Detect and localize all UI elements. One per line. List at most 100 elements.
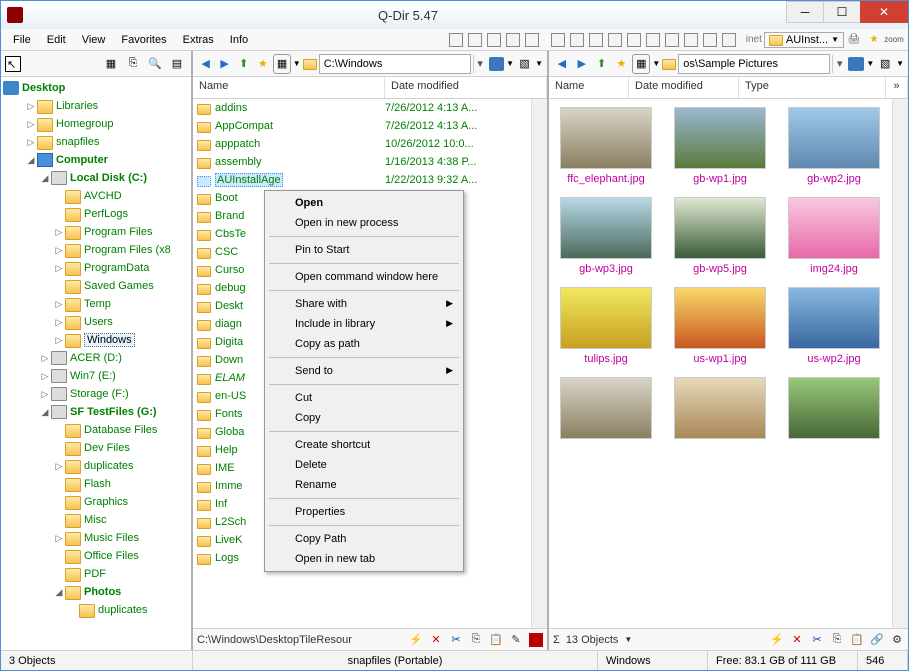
tree-node[interactable]: ▷Windows — [3, 331, 189, 349]
context-menu-item[interactable]: Copy as path — [267, 334, 461, 354]
back-button[interactable]: ◀ — [197, 54, 214, 74]
thumbnail[interactable]: us-wp2.jpg — [785, 287, 883, 365]
layout-icon[interactable] — [449, 33, 463, 47]
tree-node[interactable]: PerfLogs — [3, 205, 189, 223]
tree-tool-icon[interactable]: 🔍 — [145, 54, 165, 74]
paste-icon[interactable]: 📋 — [489, 633, 503, 647]
tree-node[interactable]: ◢SF TestFiles (G:) — [3, 403, 189, 421]
tree-node[interactable]: ▷Music Files — [3, 529, 189, 547]
col-name[interactable]: Name — [549, 77, 629, 98]
thumbnail-grid[interactable]: ffc_elephant.jpggb-wp1.jpggb-wp2.jpggb-w… — [549, 99, 892, 628]
context-menu-item[interactable]: Copy — [267, 408, 461, 428]
thumbnail[interactable] — [785, 377, 883, 443]
context-menu-item[interactable]: Pin to Start — [267, 240, 461, 260]
menu-favorites[interactable]: Favorites — [113, 32, 174, 48]
col-date[interactable]: Date modified — [385, 77, 547, 98]
layout-icon[interactable] — [589, 33, 603, 47]
favorites-icon[interactable]: ★ — [254, 54, 271, 74]
file-row[interactable]: AUInstallAge1/22/2013 9:32 A... — [193, 171, 531, 189]
tree-node[interactable]: ◢Photos — [3, 583, 189, 601]
context-menu[interactable]: OpenOpen in new processPin to StartOpen … — [264, 190, 464, 572]
layout-icon[interactable] — [703, 33, 717, 47]
thumbnail[interactable]: us-wp1.jpg — [671, 287, 769, 365]
close-button[interactable]: ✕ — [860, 1, 908, 23]
thumbnail[interactable]: gb-wp3.jpg — [557, 197, 655, 275]
filter-icon[interactable]: ⚡ — [770, 633, 784, 647]
maximize-button[interactable]: ☐ — [823, 1, 861, 23]
layout-icon[interactable] — [684, 33, 698, 47]
col-name[interactable]: Name — [193, 77, 385, 98]
context-menu-item[interactable]: Open in new tab — [267, 549, 461, 569]
tree-node[interactable]: Saved Games — [3, 277, 189, 295]
tool-icon[interactable]: ⚙ — [890, 633, 904, 647]
layout-icon[interactable] — [487, 33, 501, 47]
layout-icon[interactable] — [608, 33, 622, 47]
file-row[interactable]: apppatch10/26/2012 10:0... — [193, 135, 531, 153]
thumbnail[interactable]: gb-wp2.jpg — [785, 107, 883, 185]
minimize-button[interactable]: ─ — [786, 1, 824, 23]
context-menu-item[interactable]: Open — [267, 193, 461, 213]
monitor-icon[interactable] — [489, 57, 504, 71]
thumbnail[interactable]: tulips.jpg — [557, 287, 655, 365]
delete-icon[interactable]: ✕ — [790, 633, 804, 647]
thumbnail[interactable]: ffc_elephant.jpg — [557, 107, 655, 185]
tree-node[interactable]: ◢Computer — [3, 151, 189, 169]
tree-node[interactable]: ▷ProgramData — [3, 259, 189, 277]
tree-node[interactable]: Office Files — [3, 547, 189, 565]
layout-icon[interactable] — [525, 33, 539, 47]
col-type[interactable]: Type — [739, 77, 886, 98]
tree-node[interactable]: PDF — [3, 565, 189, 583]
address-input[interactable] — [678, 54, 830, 74]
tree-node[interactable]: Dev Files — [3, 439, 189, 457]
filter-icon[interactable]: ⚡ — [409, 633, 423, 647]
address-dropdown[interactable]: ▾ — [832, 55, 846, 73]
favorite-icon[interactable]: ★ — [866, 32, 882, 48]
tree-tool-icon[interactable]: ▤ — [167, 54, 187, 74]
tree-node[interactable]: Misc — [3, 511, 189, 529]
col-more[interactable]: » — [886, 77, 908, 98]
scrollbar[interactable] — [892, 99, 908, 628]
tree-node[interactable]: ◢Local Disk (C:) — [3, 169, 189, 187]
thumbnail[interactable] — [557, 377, 655, 443]
tree-node[interactable]: duplicates — [3, 601, 189, 619]
thumbnail[interactable]: gb-wp5.jpg — [671, 197, 769, 275]
edit-icon[interactable]: ✎ — [509, 633, 523, 647]
file-row[interactable]: assembly1/16/2013 4:38 P... — [193, 153, 531, 171]
cut-icon[interactable]: ✂ — [810, 633, 824, 647]
context-menu-item[interactable]: Properties — [267, 502, 461, 522]
context-menu-item[interactable]: Delete — [267, 455, 461, 475]
layout-icon[interactable] — [570, 33, 584, 47]
color-icon[interactable]: ▧ — [516, 54, 533, 74]
dropdown-icon[interactable]: ▼ — [624, 635, 632, 644]
active-tab[interactable]: AUInst... ▼ — [764, 32, 844, 48]
tree-node[interactable]: ▷Temp — [3, 295, 189, 313]
cursor-icon[interactable]: ↖ — [5, 56, 21, 72]
tree-root[interactable]: Desktop — [3, 79, 189, 97]
tree-node[interactable]: ▷ACER (D:) — [3, 349, 189, 367]
menu-file[interactable]: File — [5, 32, 39, 48]
copy-icon[interactable]: ⎘ — [830, 633, 844, 647]
context-menu-item[interactable]: Share with▶ — [267, 294, 461, 314]
layout-icon[interactable] — [646, 33, 660, 47]
context-menu-item[interactable]: Open command window here — [267, 267, 461, 287]
layout-icon[interactable] — [627, 33, 641, 47]
menu-info[interactable]: Info — [222, 32, 256, 48]
tree-node[interactable]: ▷Program Files — [3, 223, 189, 241]
tree-node[interactable]: Graphics — [3, 493, 189, 511]
zoom-icon[interactable]: zoom — [886, 32, 902, 48]
view-icon[interactable]: ▦ — [273, 54, 290, 74]
link-icon[interactable]: 🔗 — [870, 633, 884, 647]
folder-tree[interactable]: Desktop▷Libraries▷Homegroup▷snapfiles◢Co… — [1, 77, 191, 650]
tree-node[interactable]: Database Files — [3, 421, 189, 439]
thumbnail[interactable]: img24.jpg — [785, 197, 883, 275]
context-menu-item[interactable]: Create shortcut — [267, 435, 461, 455]
file-row[interactable]: addins7/26/2012 4:13 A... — [193, 99, 531, 117]
thumbnail[interactable]: gb-wp1.jpg — [671, 107, 769, 185]
tree-tool-icon[interactable]: ▦ — [101, 54, 121, 74]
forward-button[interactable]: ▶ — [573, 54, 591, 74]
monitor-icon[interactable] — [848, 57, 864, 71]
tree-node[interactable]: Flash — [3, 475, 189, 493]
tree-node[interactable]: ▷Program Files (x8 — [3, 241, 189, 259]
scrollbar[interactable] — [531, 99, 547, 628]
menu-extras[interactable]: Extras — [175, 32, 222, 48]
